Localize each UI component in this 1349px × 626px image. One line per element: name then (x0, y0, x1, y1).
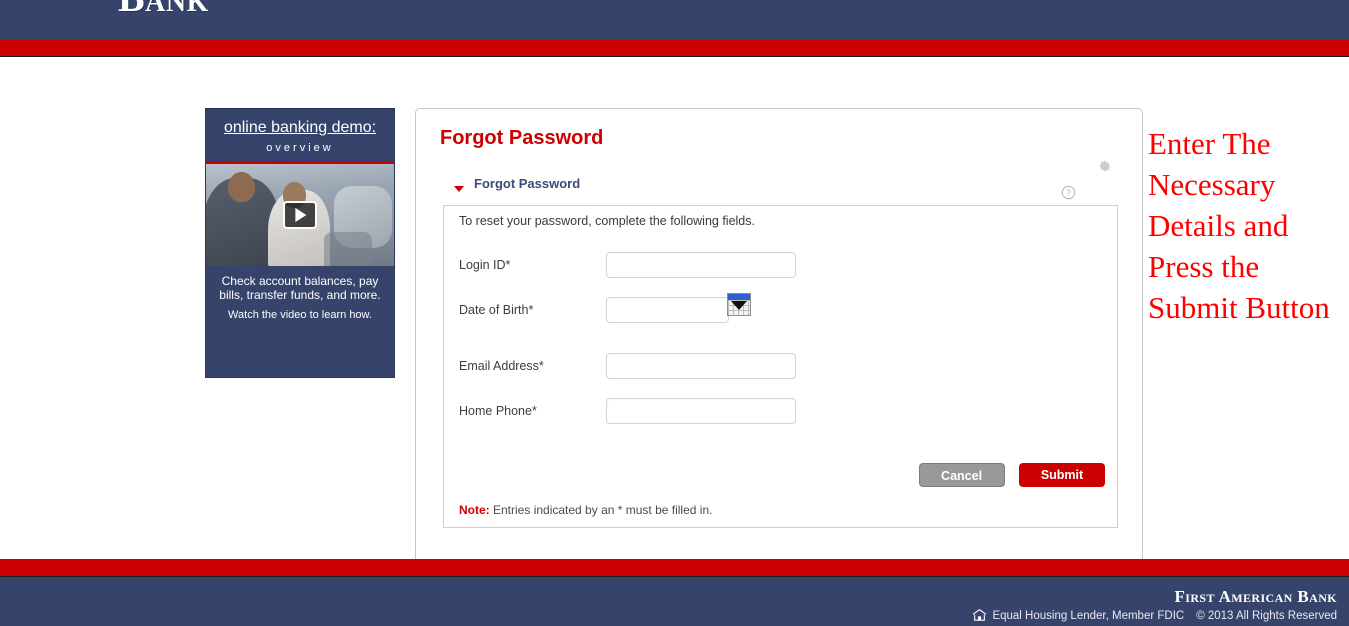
promo-subtitle: overview (266, 142, 334, 154)
chevron-down-icon (731, 301, 747, 310)
note-text: Entries indicated by an * must be filled… (489, 503, 713, 517)
cancel-button[interactable]: Cancel (918, 463, 1005, 487)
site-header: Bank (0, 0, 1349, 40)
help-icon[interactable]: ? (1061, 185, 1076, 200)
footer-bank-name: First American Bank (1174, 587, 1337, 606)
play-icon[interactable] (283, 201, 317, 229)
header-accent-rule (0, 40, 1349, 57)
section-collapse-caret[interactable] (454, 186, 464, 192)
promo-figure-man-head (228, 172, 255, 202)
forgot-password-card: Forgot Password Forgot Password ? To res… (415, 108, 1143, 593)
field-row-login-id: Login ID* (459, 252, 1099, 282)
email-address-label: Email Address* (459, 359, 544, 373)
footer-legal-text: Equal Housing Lender, Member FDIC (992, 610, 1185, 622)
main-stage: online banking demo: overview Check acco… (0, 57, 1349, 593)
gear-icon[interactable] (1097, 159, 1112, 174)
bank-logo: Bank (118, 0, 209, 21)
promo-caption-sub: Watch the video to learn how. (228, 309, 372, 321)
equal-housing-lender-icon (972, 608, 987, 622)
site-footer: First American Bank Equal Housing Lender… (0, 577, 1349, 626)
home-phone-input[interactable] (606, 398, 796, 424)
submit-button[interactable]: Submit (1019, 463, 1105, 487)
home-phone-label: Home Phone* (459, 404, 537, 418)
play-triangle (295, 208, 307, 222)
date-of-birth-label: Date of Birth* (459, 303, 534, 317)
promo-title: online banking demo: (223, 119, 377, 136)
field-row-home-phone: Home Phone* (459, 398, 1099, 428)
footer-copyright: © 2013 All Rights Reserved (1196, 610, 1337, 622)
promo-background-chair (324, 232, 372, 266)
email-address-input[interactable] (606, 353, 796, 379)
instruction-annotation: Enter The Necessary Details and Press th… (1148, 126, 1330, 325)
form-button-bar: Cancel Submit (918, 463, 1105, 487)
date-of-birth-input[interactable] (606, 297, 729, 323)
note-label: Note: (459, 503, 490, 517)
promo-thumbnail-image[interactable] (206, 164, 394, 266)
forgot-password-form: To reset your password, complete the fol… (443, 205, 1118, 528)
online-banking-demo-panel[interactable]: online banking demo: overview Check acco… (205, 108, 395, 378)
login-id-input[interactable] (606, 252, 796, 278)
page-title: Forgot Password (440, 127, 604, 149)
section-header-title: Forgot Password (474, 176, 581, 191)
footer-legal-line: Equal Housing Lender, Member FDIC © 2013 … (972, 608, 1337, 622)
svg-text:?: ? (1066, 188, 1071, 198)
field-row-date-of-birth: Date of Birth* (459, 293, 1099, 327)
form-instruction: To reset your password, complete the fol… (459, 214, 755, 228)
calendar-icon[interactable] (727, 293, 751, 316)
promo-caption: Check account balances, pay bills, trans… (219, 274, 381, 302)
footer-accent-rule (0, 559, 1349, 577)
field-row-email-address: Email Address* (459, 353, 1099, 383)
login-id-label: Login ID* (459, 258, 511, 272)
required-fields-note: Note: Entries indicated by an * must be … (459, 503, 712, 517)
